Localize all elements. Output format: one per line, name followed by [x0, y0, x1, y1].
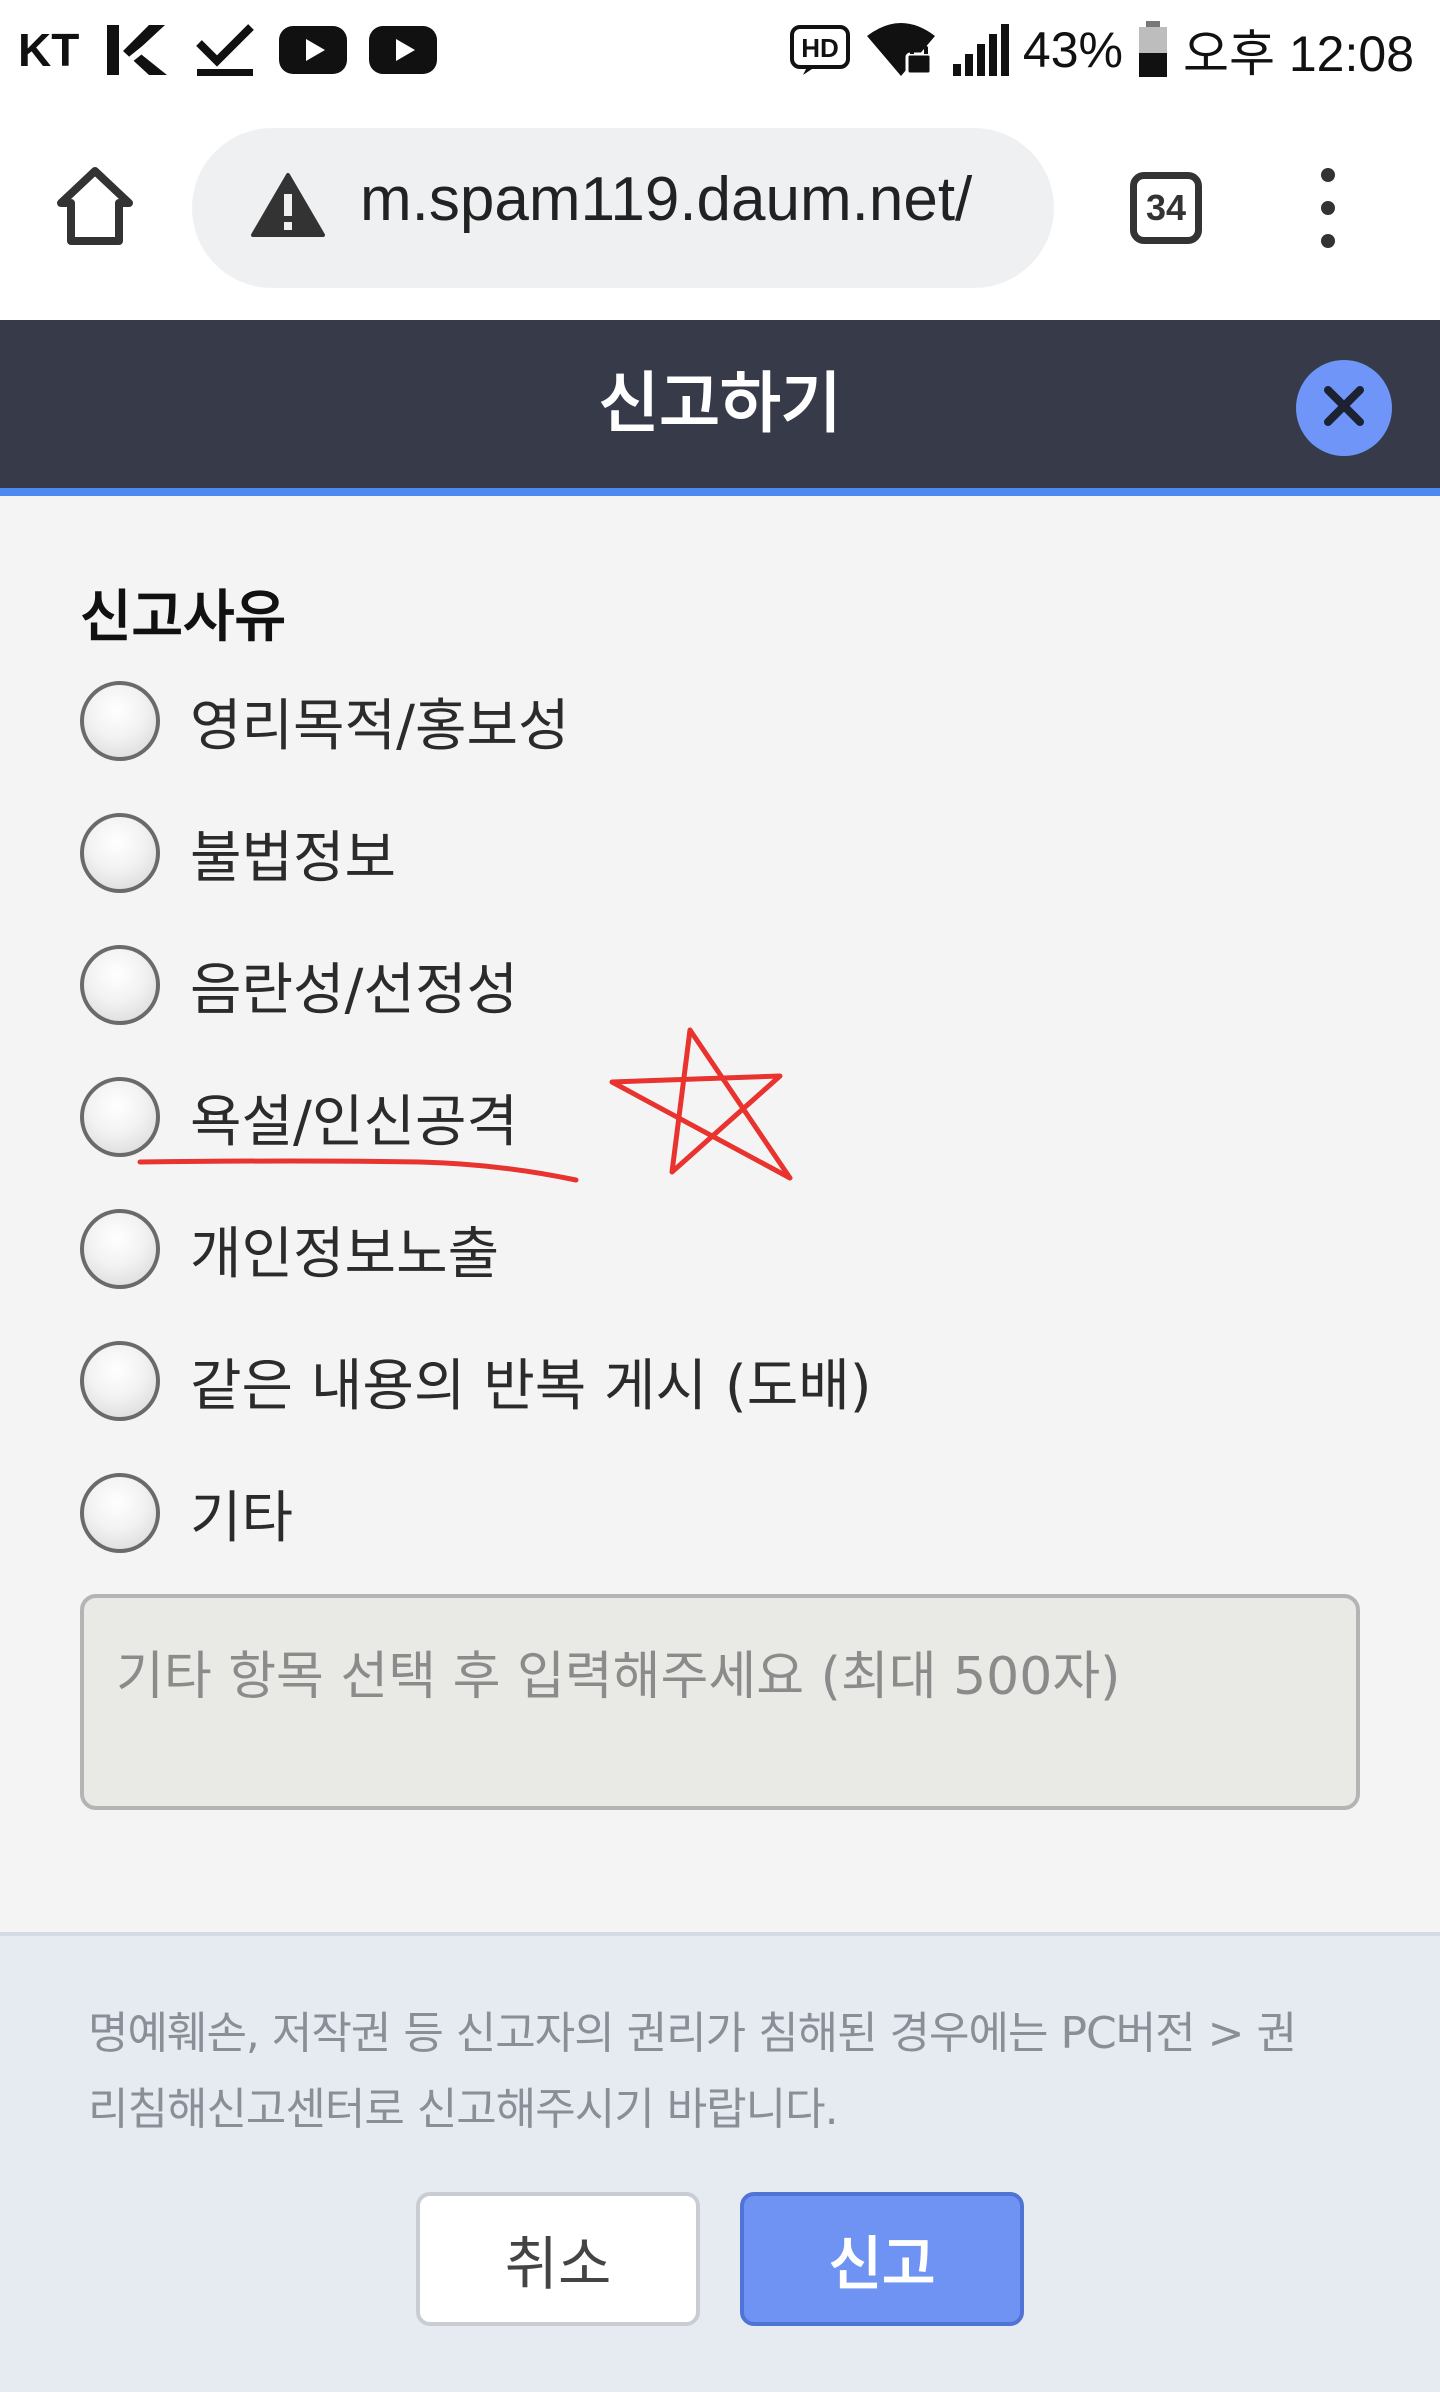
report-option[interactable]: 음란성/선정성	[80, 940, 518, 1030]
download-done-icon	[193, 21, 257, 79]
notice-line: 명예훼손, 저작권 등 신고자의 권리가 침해된 경우에는 PC버전 > 권	[88, 2008, 1297, 2059]
report-option[interactable]: 불법정보	[80, 808, 396, 898]
option-label[interactable]: 음란성/선정성	[190, 945, 518, 1026]
report-option[interactable]: 욕설/인신공격	[80, 1072, 518, 1162]
notice-line: 리침해신고센터로 신고해주시기 바랍니다.	[88, 2084, 839, 2135]
radio-button[interactable]	[80, 945, 160, 1025]
close-icon	[1322, 384, 1366, 432]
option-label[interactable]: 기타	[190, 1473, 293, 1554]
status-bar-left: KT	[18, 18, 438, 82]
reason-heading: 신고사유	[80, 585, 287, 650]
status-bar-right: HD 43% 오후 12:08	[789, 14, 1414, 86]
more-vert-icon[interactable]	[1300, 168, 1356, 248]
battery-icon	[1137, 21, 1169, 79]
radio-button[interactable]	[80, 681, 160, 761]
submit-report-button[interactable]: 신고	[740, 2192, 1024, 2326]
clock: 오후 12:08	[1182, 26, 1414, 82]
carrier-label: KT	[18, 24, 80, 76]
option-label[interactable]: 불법정보	[190, 813, 396, 894]
option-label[interactable]: 영리목적/홍보성	[190, 681, 570, 762]
textarea-placeholder: 기타 항목 선택 후 입력해주세요 (최대 500자)	[116, 1647, 1121, 1707]
report-form: 신고사유 영리목적/홍보성 불법정보 음란성/선정성 욕설/인신공격 개인정보노…	[0, 496, 1440, 1932]
modal-footer: 명예훼손, 저작권 등 신고자의 권리가 침해된 경우에는 PC버전 > 권 리…	[0, 1932, 1440, 2392]
option-label[interactable]: 욕설/인신공격	[190, 1077, 518, 1158]
radio-button[interactable]	[80, 1341, 160, 1421]
status-bar: KT HD 43% 오후 12:08	[0, 0, 1440, 100]
address-bar[interactable]: m.spam119.daum.net/	[192, 128, 1054, 288]
home-icon	[55, 165, 135, 251]
youtube-icon	[369, 26, 438, 74]
wifi-lock-icon	[865, 20, 937, 80]
radio-button[interactable]	[80, 1077, 160, 1157]
radio-button[interactable]	[80, 813, 160, 893]
home-button[interactable]	[50, 158, 140, 258]
modal-header: 신고하기	[0, 320, 1440, 496]
close-button[interactable]	[1296, 360, 1392, 456]
tab-count: 34	[1145, 187, 1187, 228]
rights-notice: 명예훼손, 저작권 등 신고자의 권리가 침해된 경우에는 PC버전 > 권 리…	[88, 1996, 1368, 2148]
report-option[interactable]: 영리목적/홍보성	[80, 676, 570, 766]
cancel-button[interactable]: 취소	[416, 2192, 700, 2326]
warning-icon[interactable]	[250, 172, 326, 242]
radio-button[interactable]	[80, 1209, 160, 1289]
radio-button[interactable]	[80, 1473, 160, 1553]
option-label[interactable]: 같은 내용의 반복 게시 (도배)	[190, 1341, 872, 1422]
youtube-icon	[279, 26, 348, 74]
tab-switcher-button[interactable]: 34	[1130, 172, 1202, 244]
battery-percent: 43%	[1022, 22, 1123, 78]
other-reason-textarea[interactable]: 기타 항목 선택 후 입력해주세요 (최대 500자)	[80, 1594, 1360, 1810]
report-option[interactable]: 같은 내용의 반복 게시 (도배)	[80, 1336, 872, 1426]
signal-icon	[951, 22, 1009, 78]
hd-label: HD	[801, 33, 839, 63]
kt-app-icon	[101, 21, 171, 79]
option-label[interactable]: 개인정보노출	[190, 1209, 499, 1290]
hd-voice-icon: HD	[789, 24, 851, 76]
report-option[interactable]: 기타	[80, 1468, 293, 1558]
browser-toolbar: m.spam119.daum.net/ 34	[0, 100, 1440, 320]
modal-title: 신고하기	[598, 365, 842, 442]
url-text[interactable]: m.spam119.daum.net/	[360, 164, 1040, 235]
report-option[interactable]: 개인정보노출	[80, 1204, 499, 1294]
